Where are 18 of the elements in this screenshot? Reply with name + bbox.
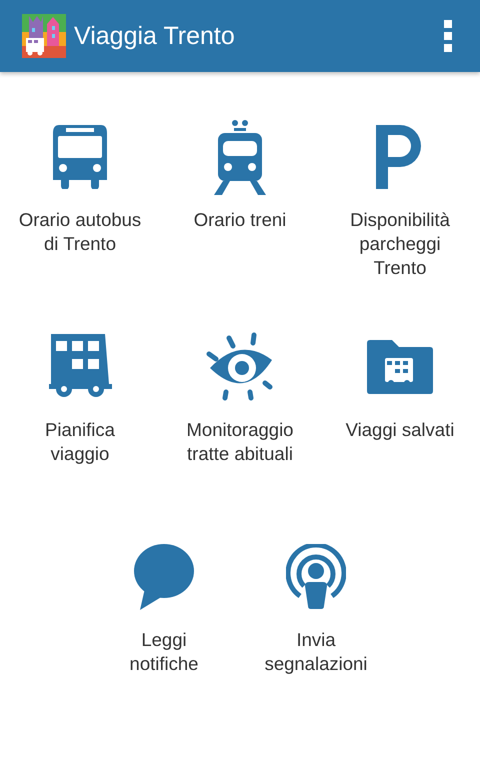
speech-bubble-icon [133,544,195,610]
folder-icon [367,340,433,394]
train-icon [213,119,267,195]
menu-tile[interactable]: Disponibilità parcheggi Trento [320,110,480,300]
app-logo-icon [22,14,66,58]
app-title: Viaggia Trento [74,22,236,50]
eye-icon [205,332,275,402]
double-decker-bus-icon [48,334,112,400]
parking-icon [376,125,424,189]
menu-tile[interactable]: Orario treni [160,110,320,300]
broadcast-icon [286,544,346,610]
menu-tile[interactable]: Orario autobus di Trento [0,110,160,300]
menu-tile[interactable]: Viaggi salvati [320,320,480,510]
menu-tile[interactable]: Monitoraggio tratte abituali [160,320,320,510]
menu-tile[interactable]: Leggi notifiche [88,530,240,720]
menu-tile[interactable]: Pianifica viaggio [0,320,160,510]
menu-tile[interactable]: Invia segnalazioni [240,530,392,720]
bus-icon [53,125,107,189]
